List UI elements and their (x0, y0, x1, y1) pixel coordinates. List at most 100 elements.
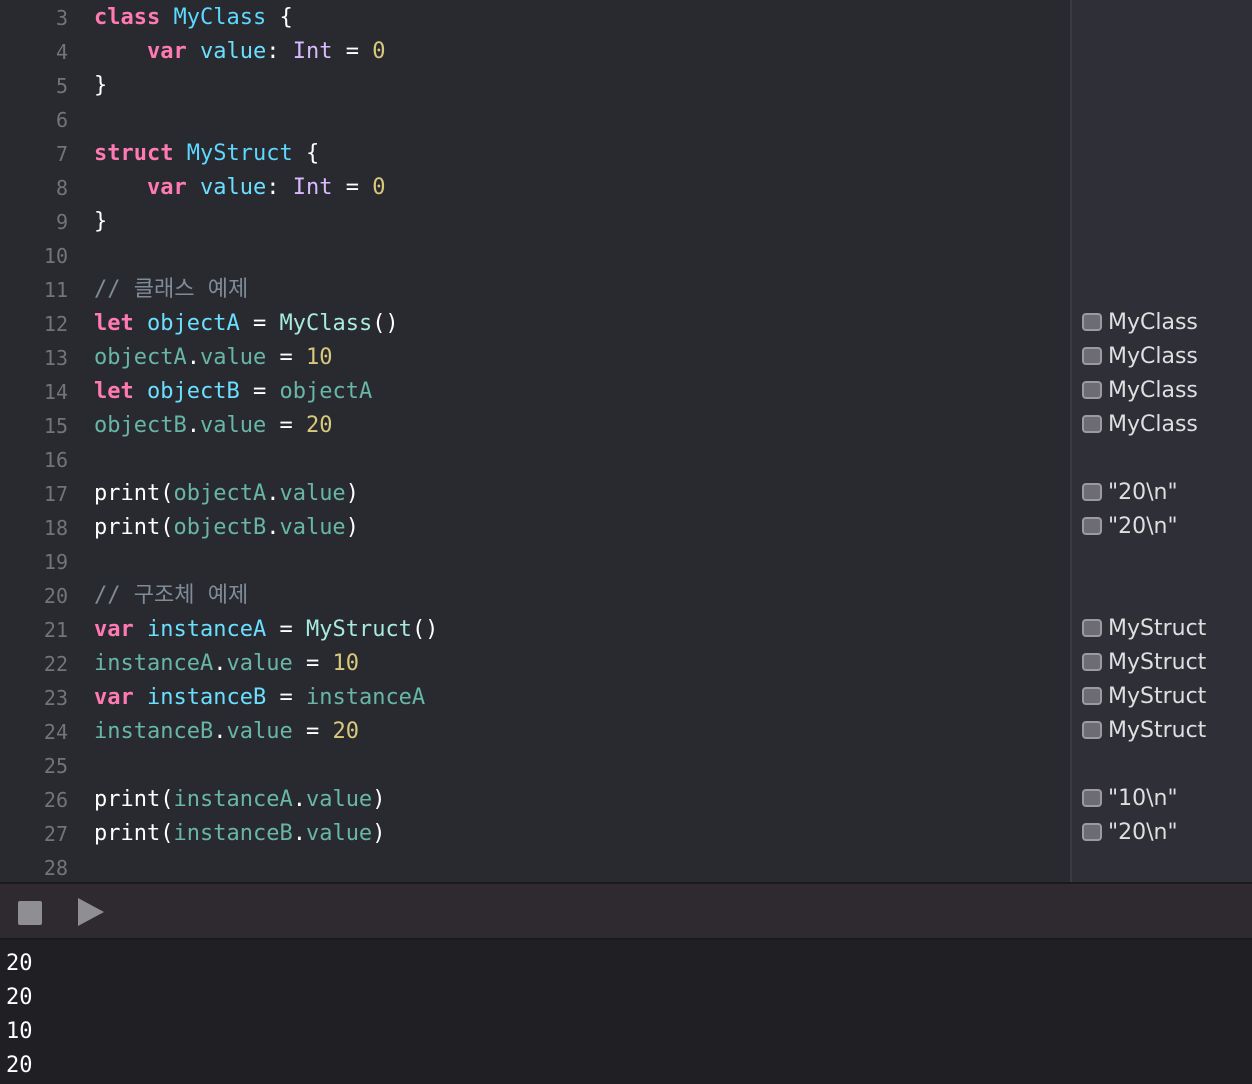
quick-look-icon[interactable] (1082, 415, 1102, 433)
result-item[interactable]: MyClass (1082, 374, 1198, 408)
quick-look-icon[interactable] (1082, 619, 1102, 637)
code-token: Int (292, 175, 333, 200)
code-token: . (292, 821, 306, 846)
line-number: 11 (43, 278, 68, 302)
code-editor[interactable]: 3 class MyClass {4 var value: Int = 0 5} 6 7… (0, 0, 1070, 882)
result-value: MyClass (1108, 344, 1198, 369)
result-item[interactable]: "20\n" (1082, 510, 1178, 544)
result-item[interactable]: MyStruct (1082, 680, 1206, 714)
result-item[interactable]: MyClass (1082, 408, 1198, 442)
code-token: instanceB (94, 719, 214, 744)
code-token: instanceA (147, 617, 267, 642)
result-item[interactable]: "20\n" (1082, 816, 1178, 850)
result-item[interactable]: "10\n" (1082, 782, 1178, 816)
code-line[interactable]: 26 print(instanceA.value) (0, 783, 1070, 817)
line-number: 12 (43, 312, 68, 336)
line-number: 20 (43, 584, 68, 608)
quick-look-icon[interactable] (1082, 789, 1102, 807)
code-line[interactable]: 21 var instanceA = MyStruct() (0, 613, 1070, 647)
code-token: { (292, 141, 320, 166)
result-item[interactable]: MyStruct (1082, 612, 1206, 646)
code-line[interactable]: 24 instanceB.value = 20 (0, 715, 1070, 749)
result-item[interactable]: MyStruct (1082, 714, 1206, 748)
code-token: . (213, 719, 227, 744)
code-line[interactable]: 4 var value: Int = 0 (0, 35, 1070, 69)
play-icon[interactable] (78, 898, 104, 926)
code-line[interactable]: 23 var instanceB = instanceA (0, 681, 1070, 715)
code-token: value (305, 787, 373, 812)
code-text: var value: Int = 0 (94, 171, 385, 205)
code-token: value (199, 345, 267, 370)
quick-look-icon[interactable] (1082, 823, 1102, 841)
line-number: 5 (55, 74, 68, 98)
line-number: 4 (55, 40, 68, 64)
code-token: 20 (305, 413, 333, 438)
result-value: MyClass (1108, 412, 1198, 437)
result-item[interactable]: MyClass (1082, 340, 1198, 374)
code-line[interactable]: 19 (0, 545, 1070, 579)
quick-look-icon[interactable] (1082, 347, 1102, 365)
code-line[interactable]: 11 // 클래스 예제 (0, 273, 1070, 307)
result-value: MyClass (1108, 378, 1198, 403)
code-line[interactable]: 13 objectA.value = 10 (0, 341, 1070, 375)
code-token: value (305, 821, 373, 846)
code-line[interactable]: 16 (0, 443, 1070, 477)
code-line[interactable]: 20 // 구조체 예제 (0, 579, 1070, 613)
result-item[interactable]: "20\n" (1082, 476, 1178, 510)
quick-look-icon[interactable] (1082, 313, 1102, 331)
code-text: objectB.value = 20 (94, 409, 332, 443)
result-item[interactable]: MyClass (1082, 306, 1198, 340)
stop-icon[interactable] (18, 901, 42, 925)
code-token: instanceA (173, 787, 293, 812)
code-line[interactable]: 22 instanceA.value = 10 (0, 647, 1070, 681)
code-line[interactable]: 27 print(instanceB.value) (0, 817, 1070, 851)
code-text: print(objectB.value) (94, 511, 359, 545)
line-number: 19 (43, 550, 68, 574)
code-text: struct MyStruct { (94, 137, 319, 171)
code-token: // 구조체 예제 (94, 583, 249, 608)
quick-look-icon[interactable] (1082, 653, 1102, 671)
result-value: MyStruct (1108, 650, 1207, 675)
results-sidebar: MyClass MyClass MyClass MyClass "20\n" "20\n"… (1070, 0, 1252, 882)
line-number: 14 (43, 380, 68, 404)
line-number: 15 (43, 414, 68, 438)
result-item[interactable]: MyStruct (1082, 646, 1206, 680)
quick-look-icon[interactable] (1082, 687, 1102, 705)
line-number: 22 (43, 652, 68, 676)
code-token: MyStruct (305, 617, 412, 642)
quick-look-icon[interactable] (1082, 721, 1102, 739)
code-line[interactable]: 25 (0, 749, 1070, 783)
code-line[interactable]: 17 print(objectA.value) (0, 477, 1070, 511)
code-line[interactable]: 6 (0, 103, 1070, 137)
console-output[interactable]: 20 20 10 20 (0, 940, 1252, 1084)
code-token: var (146, 39, 187, 64)
line-number: 17 (43, 482, 68, 506)
code-token: MyStruct (186, 141, 293, 166)
quick-look-icon[interactable] (1082, 483, 1102, 501)
code-line[interactable]: 5} (0, 69, 1070, 103)
code-line[interactable]: 8 var value: Int = 0 (0, 171, 1070, 205)
code-line[interactable]: 15 objectB.value = 20 (0, 409, 1070, 443)
line-number: 18 (43, 516, 68, 540)
code-line[interactable]: 7 struct MyStruct { (0, 137, 1070, 171)
line-number: 3 (55, 6, 68, 30)
code-line[interactable]: 12 let objectA = MyClass() (0, 307, 1070, 341)
quick-look-icon[interactable] (1082, 517, 1102, 535)
code-line[interactable]: 28 (0, 851, 1070, 882)
code-token: . (266, 515, 280, 540)
code-line[interactable]: 10 (0, 239, 1070, 273)
code-token: 10 (332, 651, 359, 676)
quick-look-icon[interactable] (1082, 381, 1102, 399)
line-number: 7 (55, 142, 68, 166)
code-token: 10 (305, 345, 333, 370)
code-line[interactable]: 3 class MyClass { (0, 1, 1070, 35)
code-token: instanceB (147, 685, 267, 710)
code-token: value (226, 719, 293, 744)
code-line[interactable]: 18 print(objectB.value) (0, 511, 1070, 545)
code-token: } (94, 209, 108, 234)
code-token: = (239, 311, 280, 336)
code-line[interactable]: 9} (0, 205, 1070, 239)
code-line[interactable]: 14 let objectB = objectA (0, 375, 1070, 409)
